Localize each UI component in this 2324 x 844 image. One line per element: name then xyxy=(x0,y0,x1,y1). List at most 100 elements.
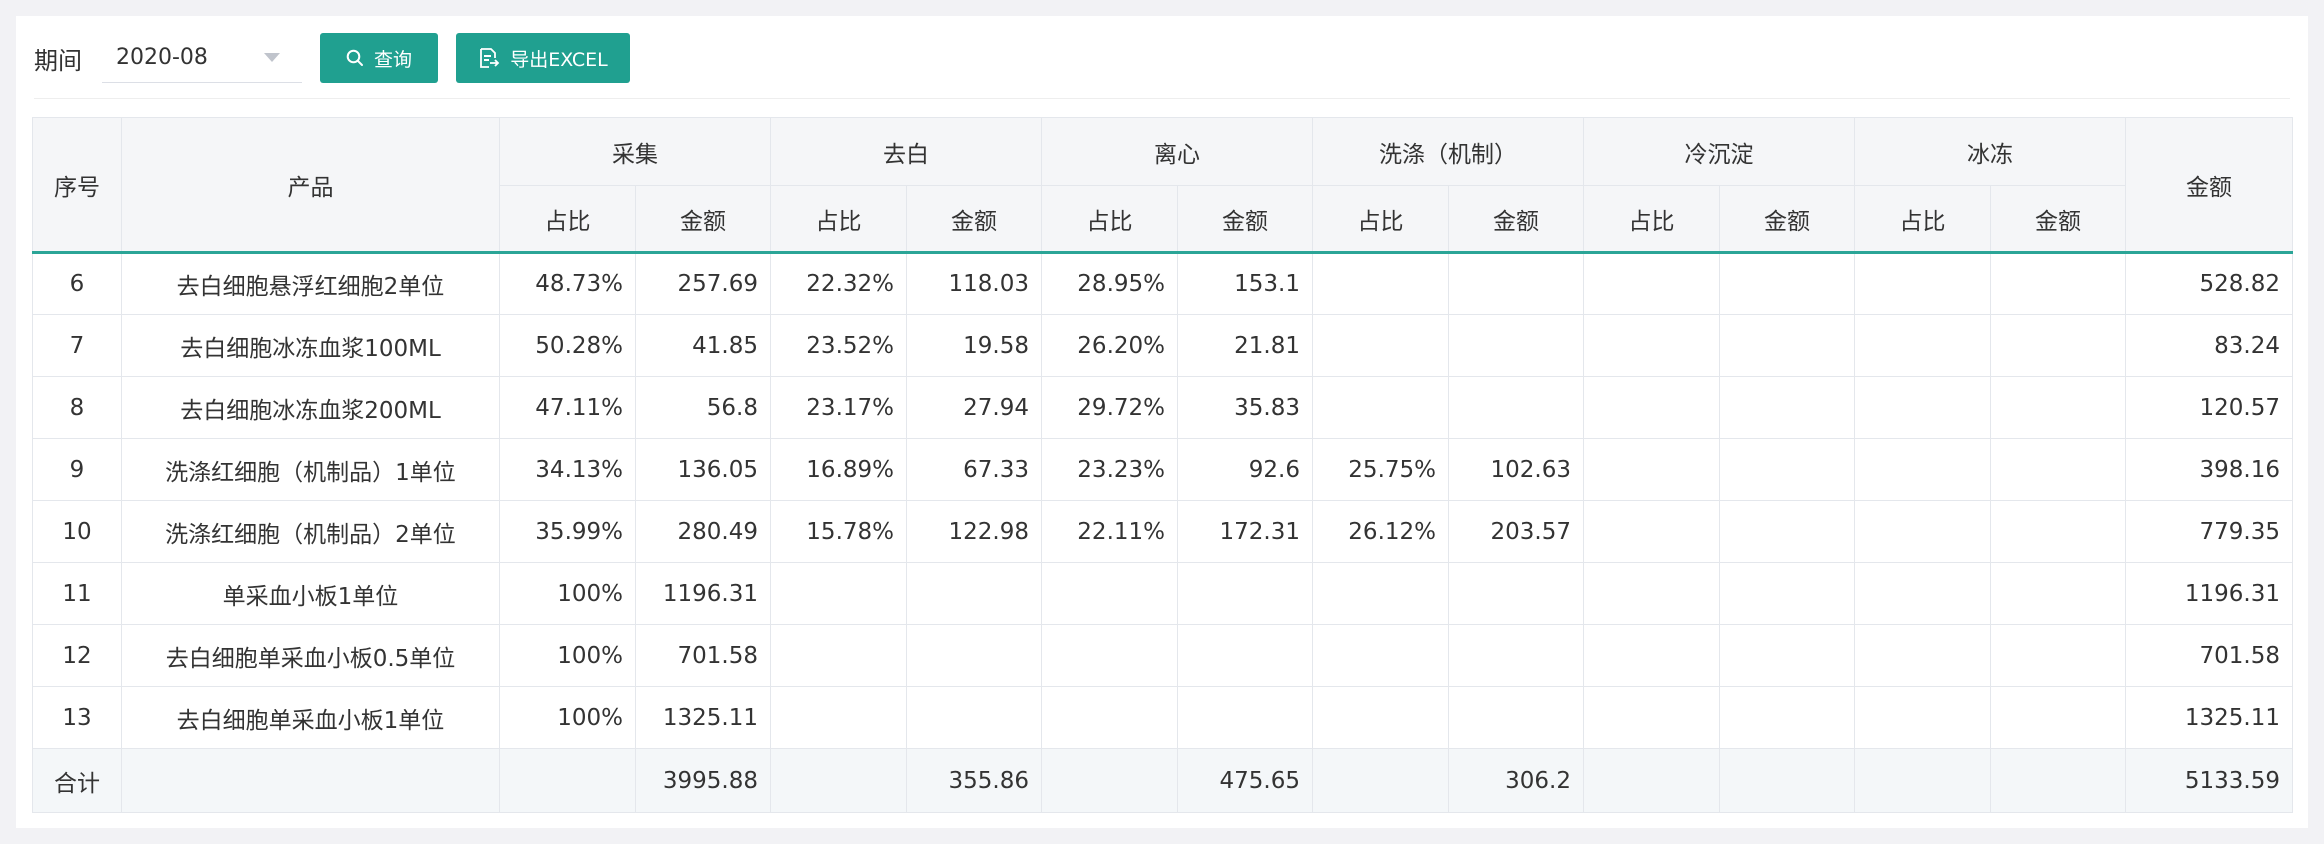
cell-product: 去白细胞单采血小板0.5单位 xyxy=(121,624,500,687)
cell-leukoreduce-amount: 19.58 xyxy=(906,314,1042,377)
total-cryo-amount xyxy=(1719,748,1855,813)
cell-freeze-ratio xyxy=(1854,562,1991,625)
cell-leukoreduce-ratio: 23.17% xyxy=(770,376,907,439)
cell-centrifuge-amount xyxy=(1177,624,1313,687)
table-row: 11 单采血小板1单位 100% 1196.31 1196.31 xyxy=(32,562,2293,625)
total-centrifuge-amount: 475.65 xyxy=(1177,748,1313,813)
cell-collect-amount: 1325.11 xyxy=(635,686,771,749)
cell-leukoreduce-amount xyxy=(906,562,1042,625)
filter-toolbar: 期间 2020-08 查询 导出EXCEL xyxy=(34,32,648,84)
cell-centrifuge-ratio: 29.72% xyxy=(1041,376,1178,439)
cell-centrifuge-amount: 21.81 xyxy=(1177,314,1313,377)
total-leukoreduce-ratio xyxy=(770,748,907,813)
header-group-freeze: 冰冻 xyxy=(1854,117,2126,186)
cell-leukoreduce-ratio: 22.32% xyxy=(770,252,907,315)
cell-cryo-amount xyxy=(1719,376,1855,439)
toolbar-divider xyxy=(34,98,2290,99)
cell-leukoreduce-amount: 27.94 xyxy=(906,376,1042,439)
header-amount: 金额 xyxy=(1177,185,1313,254)
table-row: 7 去白细胞冰冻血浆100ML 50.28% 41.85 23.52% 19.5… xyxy=(32,314,2293,377)
cell-cryo-ratio xyxy=(1583,314,1720,377)
cell-leukoreduce-amount xyxy=(906,686,1042,749)
cell-total-amount: 1196.31 xyxy=(2125,562,2293,625)
total-collect-ratio xyxy=(499,748,636,813)
cell-freeze-ratio xyxy=(1854,624,1991,687)
export-excel-button[interactable]: 导出EXCEL xyxy=(456,33,630,83)
table-row: 12 去白细胞单采血小板0.5单位 100% 701.58 701.58 xyxy=(32,624,2293,687)
header-amount: 金额 xyxy=(1448,185,1584,254)
cell-wash-ratio xyxy=(1312,376,1449,439)
header-ratio: 占比 xyxy=(1041,185,1178,254)
cell-cryo-ratio xyxy=(1583,438,1720,501)
cell-freeze-ratio xyxy=(1854,314,1991,377)
cell-collect-ratio: 48.73% xyxy=(499,252,636,315)
cell-collect-amount: 41.85 xyxy=(635,314,771,377)
cell-wash-amount xyxy=(1448,562,1584,625)
cell-wash-amount xyxy=(1448,252,1584,315)
cell-wash-amount xyxy=(1448,314,1584,377)
cell-collect-amount: 701.58 xyxy=(635,624,771,687)
cell-total-amount: 83.24 xyxy=(2125,314,2293,377)
cell-total-amount: 528.82 xyxy=(2125,252,2293,315)
cell-cryo-amount xyxy=(1719,252,1855,315)
search-button[interactable]: 查询 xyxy=(320,33,438,83)
cell-cryo-ratio xyxy=(1583,624,1720,687)
period-select[interactable]: 2020-08 xyxy=(102,33,302,83)
cell-leukoreduce-amount xyxy=(906,624,1042,687)
header-amount: 金额 xyxy=(1990,185,2126,254)
cell-centrifuge-amount: 35.83 xyxy=(1177,376,1313,439)
cell-product: 去白细胞冰冻血浆200ML xyxy=(121,376,500,439)
total-label: 合计 xyxy=(32,748,122,813)
table-body: 6 去白细胞悬浮红细胞2单位 48.73% 257.69 22.32% 118.… xyxy=(32,252,2293,813)
cell-cryo-amount xyxy=(1719,438,1855,501)
header-amount: 金额 xyxy=(906,185,1042,254)
header-group-cryoprecipitate: 冷沉淀 xyxy=(1583,117,1855,186)
cell-wash-ratio xyxy=(1312,252,1449,315)
header-total-amount: 金额 xyxy=(2125,117,2293,254)
total-freeze-amount xyxy=(1990,748,2126,813)
cell-leukoreduce-ratio xyxy=(770,562,907,625)
cell-total-amount: 779.35 xyxy=(2125,500,2293,563)
period-select-value: 2020-08 xyxy=(116,45,208,70)
header-group-wash: 洗涤（机制） xyxy=(1312,117,1584,186)
header-ratio: 占比 xyxy=(1854,185,1991,254)
header-group-collect: 采集 xyxy=(499,117,771,186)
cell-centrifuge-amount xyxy=(1177,686,1313,749)
cell-product: 单采血小板1单位 xyxy=(121,562,500,625)
cell-wash-ratio xyxy=(1312,314,1449,377)
period-label: 期间 xyxy=(34,46,82,75)
cell-wash-amount xyxy=(1448,376,1584,439)
excel-export-icon xyxy=(478,47,500,69)
cell-freeze-ratio xyxy=(1854,500,1991,563)
table-total-row: 合计 3995.88 355.86 475.65 306.2 5133.59 xyxy=(32,748,2293,813)
cell-leukoreduce-amount: 122.98 xyxy=(906,500,1042,563)
table-row: 13 去白细胞单采血小板1单位 100% 1325.11 1325.11 xyxy=(32,686,2293,749)
cell-product: 洗涤红细胞（机制品）2单位 xyxy=(121,500,500,563)
cell-total-amount: 120.57 xyxy=(2125,376,2293,439)
report-panel: 期间 2020-08 查询 导出EXCEL 序号 产品 采集 去白 离心 洗涤（… xyxy=(16,16,2308,828)
header-amount: 金额 xyxy=(635,185,771,254)
cell-collect-ratio: 47.11% xyxy=(499,376,636,439)
cell-seq: 7 xyxy=(32,314,122,377)
cell-wash-amount xyxy=(1448,686,1584,749)
total-wash-ratio xyxy=(1312,748,1449,813)
header-seq: 序号 xyxy=(32,117,122,254)
cell-leukoreduce-ratio xyxy=(770,686,907,749)
cell-freeze-ratio xyxy=(1854,376,1991,439)
cell-freeze-amount xyxy=(1990,500,2126,563)
cell-freeze-amount xyxy=(1990,562,2126,625)
cell-collect-ratio: 50.28% xyxy=(499,314,636,377)
cell-seq: 9 xyxy=(32,438,122,501)
cell-leukoreduce-ratio: 16.89% xyxy=(770,438,907,501)
cell-product: 洗涤红细胞（机制品）1单位 xyxy=(121,438,500,501)
header-ratio: 占比 xyxy=(499,185,636,254)
cell-centrifuge-ratio: 28.95% xyxy=(1041,252,1178,315)
cell-cryo-amount xyxy=(1719,624,1855,687)
cell-seq: 6 xyxy=(32,252,122,315)
cell-freeze-ratio xyxy=(1854,438,1991,501)
cell-cryo-amount xyxy=(1719,500,1855,563)
cell-cryo-ratio xyxy=(1583,376,1720,439)
total-freeze-ratio xyxy=(1854,748,1991,813)
cell-centrifuge-ratio: 26.20% xyxy=(1041,314,1178,377)
cell-leukoreduce-ratio: 23.52% xyxy=(770,314,907,377)
